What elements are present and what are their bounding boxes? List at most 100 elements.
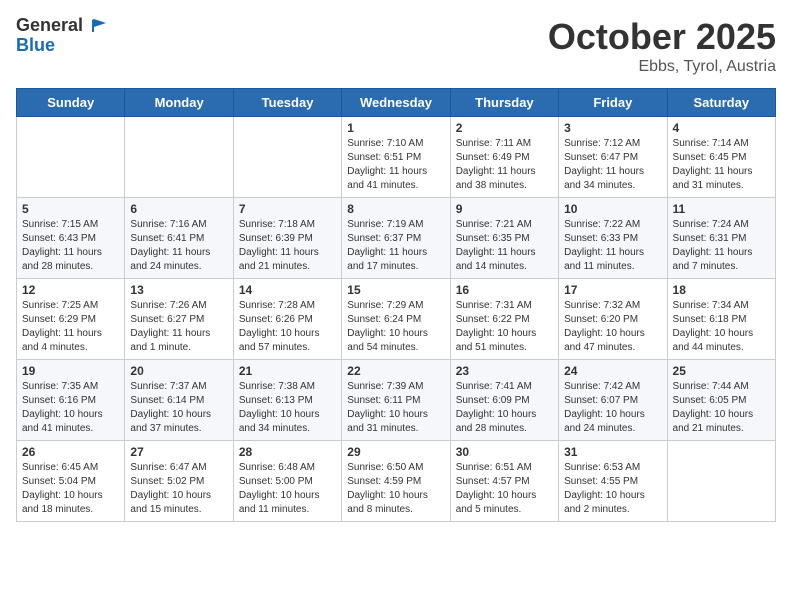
day-number: 17: [564, 283, 661, 297]
weekday-header-sunday: Sunday: [17, 89, 125, 117]
day-details: Sunrise: 6:53 AMSunset: 4:55 PMDaylight:…: [564, 461, 661, 517]
day-number: 30: [456, 445, 553, 459]
day-number: 10: [564, 202, 661, 216]
logo-text-blue: Blue: [16, 36, 108, 56]
calendar-cell-day-11: 11 Sunrise: 7:24 AMSunset: 6:31 PMDayligh…: [667, 198, 775, 279]
day-number: 28: [239, 445, 336, 459]
day-number: 1: [347, 121, 444, 135]
weekday-header-thursday: Thursday: [450, 89, 558, 117]
calendar-cell-day-5: 5 Sunrise: 7:15 AMSunset: 6:43 PMDaylight…: [17, 198, 125, 279]
day-details: Sunrise: 6:48 AMSunset: 5:00 PMDaylight:…: [239, 461, 336, 517]
day-details: Sunrise: 7:16 AMSunset: 6:41 PMDaylight:…: [130, 218, 227, 274]
day-details: Sunrise: 7:14 AMSunset: 6:45 PMDaylight:…: [673, 137, 770, 193]
day-details: Sunrise: 7:34 AMSunset: 6:18 PMDaylight:…: [673, 299, 770, 355]
day-number: 22: [347, 364, 444, 378]
weekday-header-tuesday: Tuesday: [233, 89, 341, 117]
day-details: Sunrise: 7:25 AMSunset: 6:29 PMDaylight:…: [22, 299, 119, 355]
day-number: 14: [239, 283, 336, 297]
day-number: 23: [456, 364, 553, 378]
calendar-cell-day-1: 1 Sunrise: 7:10 AMSunset: 6:51 PMDaylight…: [342, 117, 450, 198]
calendar-cell-day-26: 26Sunrise: 6:45 AMSunset: 5:04 PMDayligh…: [17, 441, 125, 522]
day-details: Sunrise: 7:44 AMSunset: 6:05 PMDaylight:…: [673, 380, 770, 436]
day-details: Sunrise: 7:41 AMSunset: 6:09 PMDaylight:…: [456, 380, 553, 436]
title-block: October 2025 Ebbs, Tyrol, Austria: [548, 16, 776, 76]
logo: General Blue: [16, 16, 108, 56]
day-details: Sunrise: 7:10 AMSunset: 6:51 PMDaylight:…: [347, 137, 444, 193]
day-number: 2: [456, 121, 553, 135]
calendar-cell-day-30: 30 Sunrise: 6:51 AMSunset: 4:57 PMDayligh…: [450, 441, 558, 522]
calendar-cell-day-13: 13Sunrise: 7:26 AMSunset: 6:27 PMDayligh…: [125, 279, 233, 360]
day-number: 11: [673, 202, 770, 216]
calendar-cell-day-12: 12 Sunrise: 7:25 AMSunset: 6:29 PMDayligh…: [17, 279, 125, 360]
day-number: 18: [673, 283, 770, 297]
calendar-cell-day-17: 17 Sunrise: 7:32 AMSunset: 6:20 PMDayligh…: [559, 279, 667, 360]
page-header: General Blue October 2025 Ebbs, Tyrol, A…: [16, 16, 776, 76]
weekday-header-friday: Friday: [559, 89, 667, 117]
calendar-cell-day-4: 4 Sunrise: 7:14 AMSunset: 6:45 PMDaylight…: [667, 117, 775, 198]
day-number: 15: [347, 283, 444, 297]
day-details: Sunrise: 7:37 AMSunset: 6:14 PMDaylight:…: [130, 380, 227, 436]
day-number: 4: [673, 121, 770, 135]
day-details: Sunrise: 6:50 AMSunset: 4:59 PMDaylight:…: [347, 461, 444, 517]
day-details: Sunrise: 7:24 AMSunset: 6:31 PMDaylight:…: [673, 218, 770, 274]
day-details: Sunrise: 7:31 AMSunset: 6:22 PMDaylight:…: [456, 299, 553, 355]
day-number: 3: [564, 121, 661, 135]
calendar-cell-day-27: 27 Sunrise: 6:47 AMSunset: 5:02 PMDayligh…: [125, 441, 233, 522]
calendar-cell-day-14: 14 Sunrise: 7:28 AMSunset: 6:26 PMDayligh…: [233, 279, 341, 360]
day-number: 12: [22, 283, 119, 297]
day-number: 31: [564, 445, 661, 459]
weekday-header-wednesday: Wednesday: [342, 89, 450, 117]
location-subtitle: Ebbs, Tyrol, Austria: [548, 58, 776, 76]
calendar-cell-empty: [667, 441, 775, 522]
day-details: Sunrise: 7:39 AMSunset: 6:11 PMDaylight:…: [347, 380, 444, 436]
day-number: 25: [673, 364, 770, 378]
calendar-cell-day-22: 22 Sunrise: 7:39 AMSunset: 6:11 PMDayligh…: [342, 360, 450, 441]
calendar-cell-day-2: 2 Sunrise: 7:11 AMSunset: 6:49 PMDaylight…: [450, 117, 558, 198]
day-details: Sunrise: 7:15 AMSunset: 6:43 PMDaylight:…: [22, 218, 119, 274]
day-details: Sunrise: 7:26 AMSunset: 6:27 PMDaylight:…: [130, 299, 227, 355]
calendar-cell-day-25: 25 Sunrise: 7:44 AMSunset: 6:05 PMDayligh…: [667, 360, 775, 441]
calendar-cell-day-6: 6Sunrise: 7:16 AMSunset: 6:41 PMDaylight…: [125, 198, 233, 279]
day-number: 8: [347, 202, 444, 216]
logo-flag-icon: [90, 18, 108, 34]
day-number: 20: [130, 364, 227, 378]
calendar-cell-day-24: 24 Sunrise: 7:42 AMSunset: 6:07 PMDayligh…: [559, 360, 667, 441]
calendar-cell-empty: [125, 117, 233, 198]
calendar-cell-day-15: 15 Sunrise: 7:29 AMSunset: 6:24 PMDayligh…: [342, 279, 450, 360]
calendar-cell-day-29: 29Sunrise: 6:50 AMSunset: 4:59 PMDayligh…: [342, 441, 450, 522]
day-number: 5: [22, 202, 119, 216]
calendar-cell-day-20: 20 Sunrise: 7:37 AMSunset: 6:14 PMDayligh…: [125, 360, 233, 441]
day-number: 21: [239, 364, 336, 378]
day-number: 7: [239, 202, 336, 216]
day-details: Sunrise: 7:22 AMSunset: 6:33 PMDaylight:…: [564, 218, 661, 274]
day-number: 24: [564, 364, 661, 378]
calendar-cell-day-7: 7Sunrise: 7:18 AMSunset: 6:39 PMDaylight…: [233, 198, 341, 279]
day-details: Sunrise: 6:51 AMSunset: 4:57 PMDaylight:…: [456, 461, 553, 517]
day-number: 16: [456, 283, 553, 297]
calendar-cell-day-28: 28 Sunrise: 6:48 AMSunset: 5:00 PMDayligh…: [233, 441, 341, 522]
calendar-cell-day-8: 8Sunrise: 7:19 AMSunset: 6:37 PMDaylight…: [342, 198, 450, 279]
day-details: Sunrise: 7:28 AMSunset: 6:26 PMDaylight:…: [239, 299, 336, 355]
day-details: Sunrise: 7:35 AMSunset: 6:16 PMDaylight:…: [22, 380, 119, 436]
calendar-cell-empty: [17, 117, 125, 198]
day-details: Sunrise: 7:11 AMSunset: 6:49 PMDaylight:…: [456, 137, 553, 193]
calendar-cell-day-3: 3 Sunrise: 7:12 AMSunset: 6:47 PMDaylight…: [559, 117, 667, 198]
month-title: October 2025: [548, 16, 776, 58]
day-details: Sunrise: 7:38 AMSunset: 6:13 PMDaylight:…: [239, 380, 336, 436]
weekday-header-monday: Monday: [125, 89, 233, 117]
calendar-cell-day-23: 23 Sunrise: 7:41 AMSunset: 6:09 PMDayligh…: [450, 360, 558, 441]
day-number: 19: [22, 364, 119, 378]
day-details: Sunrise: 6:45 AMSunset: 5:04 PMDaylight:…: [22, 461, 119, 517]
day-details: Sunrise: 7:32 AMSunset: 6:20 PMDaylight:…: [564, 299, 661, 355]
day-details: Sunrise: 7:29 AMSunset: 6:24 PMDaylight:…: [347, 299, 444, 355]
calendar-cell-day-9: 9 Sunrise: 7:21 AMSunset: 6:35 PMDaylight…: [450, 198, 558, 279]
day-number: 27: [130, 445, 227, 459]
calendar-cell-empty: [233, 117, 341, 198]
day-number: 9: [456, 202, 553, 216]
day-details: Sunrise: 7:42 AMSunset: 6:07 PMDaylight:…: [564, 380, 661, 436]
day-details: Sunrise: 6:47 AMSunset: 5:02 PMDaylight:…: [130, 461, 227, 517]
day-details: Sunrise: 7:21 AMSunset: 6:35 PMDaylight:…: [456, 218, 553, 274]
calendar-cell-day-16: 16 Sunrise: 7:31 AMSunset: 6:22 PMDayligh…: [450, 279, 558, 360]
calendar-cell-day-18: 18 Sunrise: 7:34 AMSunset: 6:18 PMDayligh…: [667, 279, 775, 360]
day-details: Sunrise: 7:12 AMSunset: 6:47 PMDaylight:…: [564, 137, 661, 193]
